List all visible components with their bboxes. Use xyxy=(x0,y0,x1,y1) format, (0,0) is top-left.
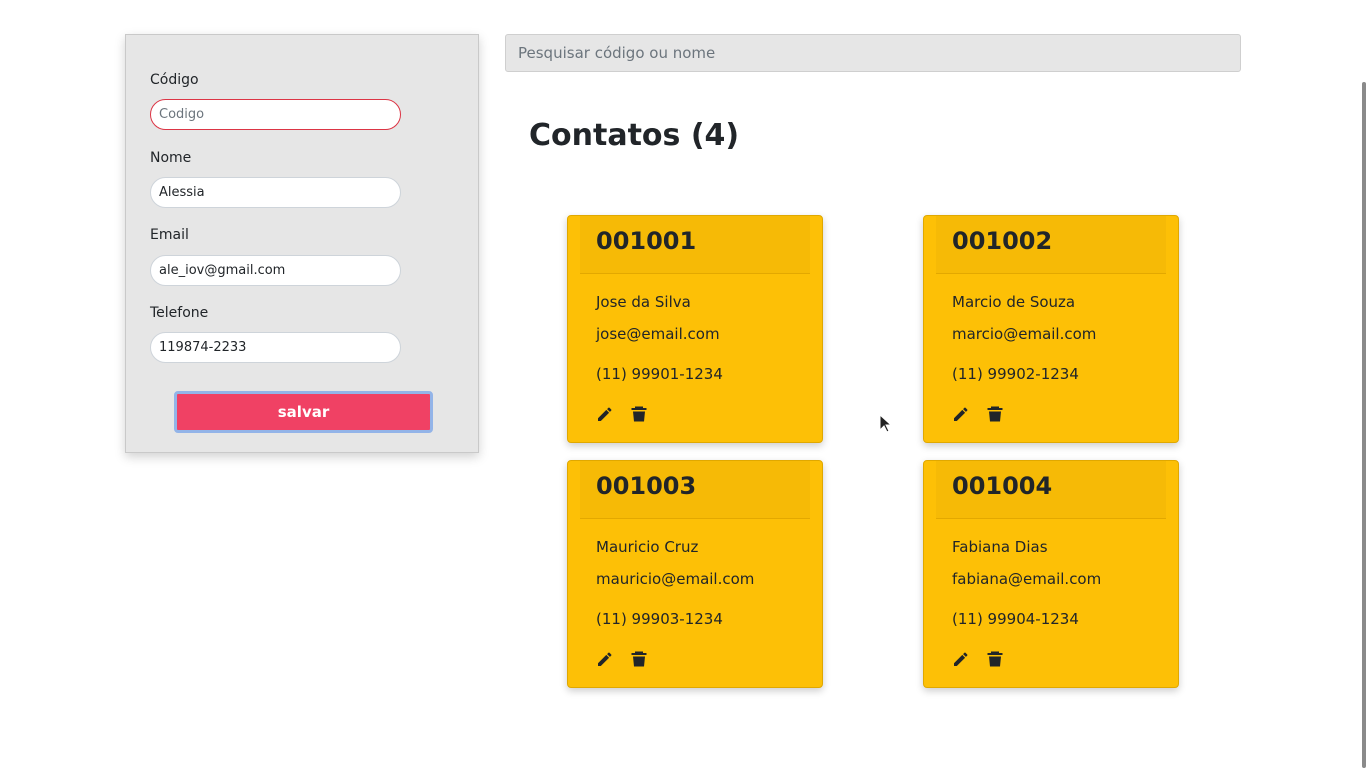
contact-name: Marcio de Souza xyxy=(952,293,1076,311)
nome-label: Nome xyxy=(150,150,192,166)
contact-email: mauricio@email.com xyxy=(596,570,755,588)
card-header: 001003 xyxy=(580,461,810,519)
trash-icon[interactable] xyxy=(986,405,1004,423)
trash-icon[interactable] xyxy=(630,405,648,423)
pencil-icon[interactable] xyxy=(952,650,970,668)
contacts-title: Contatos (4) xyxy=(529,118,740,153)
contact-card: 001002 Marcio de Souza marcio@email.com … xyxy=(923,215,1179,443)
contact-email: marcio@email.com xyxy=(952,325,1097,343)
codigo-input[interactable] xyxy=(150,99,401,130)
contact-phone: (11) 99903-1234 xyxy=(596,610,723,628)
save-button[interactable]: salvar xyxy=(174,391,433,433)
card-header: 001002 xyxy=(936,216,1166,274)
contact-name: Mauricio Cruz xyxy=(596,538,699,556)
email-label: Email xyxy=(150,227,189,243)
mouse-cursor-icon xyxy=(879,413,893,438)
card-header: 001004 xyxy=(936,461,1166,519)
pencil-icon[interactable] xyxy=(596,650,614,668)
pencil-icon[interactable] xyxy=(952,405,970,423)
contact-name: Jose da Silva xyxy=(596,293,691,311)
telefone-label: Telefone xyxy=(150,305,209,321)
contact-card: 001003 Mauricio Cruz mauricio@email.com … xyxy=(567,460,823,688)
trash-icon[interactable] xyxy=(630,650,648,668)
contact-card: 001001 Jose da Silva jose@email.com (11)… xyxy=(567,215,823,443)
contact-email: jose@email.com xyxy=(596,325,720,343)
page-scrollbar[interactable] xyxy=(1362,82,1366,768)
contact-card: 001004 Fabiana Dias fabiana@email.com (1… xyxy=(923,460,1179,688)
contact-form: Código Nome Email Telefone salvar xyxy=(125,34,479,453)
email-input[interactable] xyxy=(150,255,401,286)
contact-name: Fabiana Dias xyxy=(952,538,1048,556)
codigo-label: Código xyxy=(150,72,199,88)
card-header: 001001 xyxy=(580,216,810,274)
contact-phone: (11) 99901-1234 xyxy=(596,365,723,383)
nome-input[interactable] xyxy=(150,177,401,208)
contact-code: 001004 xyxy=(952,472,1053,500)
contact-code: 001003 xyxy=(596,472,697,500)
contact-code: 001002 xyxy=(952,227,1053,255)
trash-icon[interactable] xyxy=(986,650,1004,668)
contact-phone: (11) 99902-1234 xyxy=(952,365,1079,383)
pencil-icon[interactable] xyxy=(596,405,614,423)
contact-email: fabiana@email.com xyxy=(952,570,1102,588)
search-input[interactable] xyxy=(505,34,1241,72)
telefone-input[interactable] xyxy=(150,332,401,363)
contact-phone: (11) 99904-1234 xyxy=(952,610,1079,628)
contact-code: 001001 xyxy=(596,227,697,255)
